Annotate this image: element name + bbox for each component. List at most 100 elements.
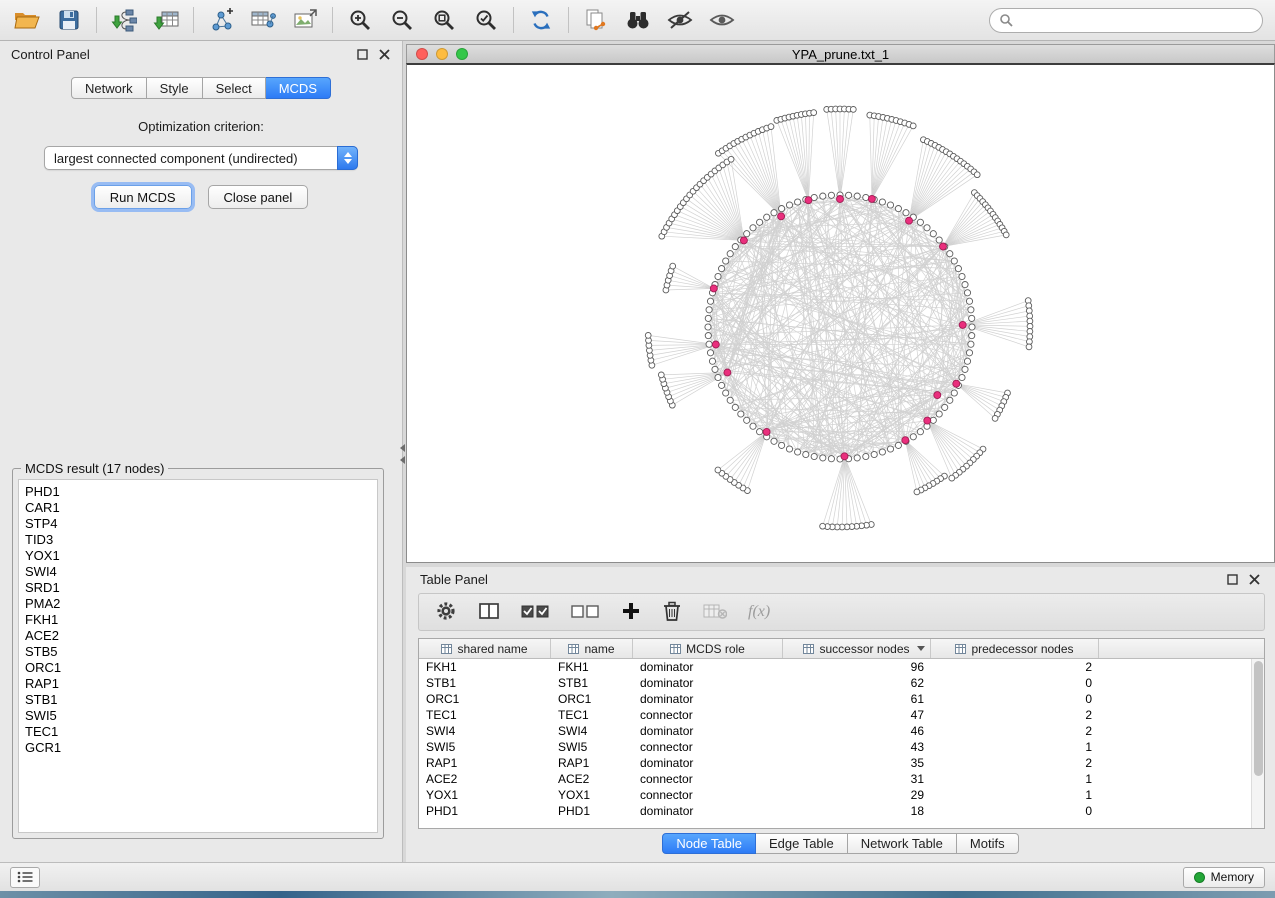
table-cell[interactable]: 47: [783, 708, 931, 722]
column-header-shared-name[interactable]: shared name: [419, 639, 551, 658]
table-cell[interactable]: connector: [633, 740, 783, 754]
close-panel-icon[interactable]: [378, 48, 391, 61]
mcds-result-item[interactable]: SRD1: [25, 580, 377, 596]
table-cell[interactable]: TEC1: [551, 708, 633, 722]
table-cell[interactable]: dominator: [633, 660, 783, 674]
network-canvas[interactable]: [406, 63, 1275, 563]
table-cell[interactable]: STB1: [551, 676, 633, 690]
table-row[interactable]: SWI5SWI5connector431: [419, 739, 1251, 755]
table-cell[interactable]: PHD1: [419, 804, 551, 818]
mcds-result-list[interactable]: PHD1CAR1STP4TID3YOX1SWI4SRD1PMA2FKH1ACE2…: [18, 479, 378, 833]
table-cell[interactable]: SWI4: [551, 724, 633, 738]
save-session-button[interactable]: [54, 5, 84, 35]
table-cell[interactable]: 46: [783, 724, 931, 738]
table-cell[interactable]: 1: [931, 740, 1099, 754]
table-scrollbar[interactable]: [1251, 659, 1264, 828]
table-cell[interactable]: ORC1: [419, 692, 551, 706]
maximize-window-icon[interactable]: [456, 48, 468, 60]
zoom-in-button[interactable]: [345, 5, 375, 35]
apply-layout-button[interactable]: [526, 5, 556, 35]
panel-splitter[interactable]: [398, 444, 406, 464]
table-cell[interactable]: ACE2: [419, 772, 551, 786]
network-graph[interactable]: [407, 65, 1274, 561]
mcds-result-item[interactable]: SWI5: [25, 708, 377, 724]
table-cell[interactable]: 35: [783, 756, 931, 770]
table-cell[interactable]: 62: [783, 676, 931, 690]
tab-mcds[interactable]: MCDS: [266, 77, 331, 99]
table-cell[interactable]: 0: [931, 804, 1099, 818]
table-cell[interactable]: dominator: [633, 692, 783, 706]
table-cell[interactable]: TEC1: [419, 708, 551, 722]
table-cell[interactable]: YOX1: [551, 788, 633, 802]
tab-network-table[interactable]: Network Table: [848, 833, 957, 854]
find-button[interactable]: [623, 5, 653, 35]
mcds-result-item[interactable]: STB1: [25, 692, 377, 708]
table-cell[interactable]: 96: [783, 660, 931, 674]
table-cell[interactable]: 2: [931, 660, 1099, 674]
table-cell[interactable]: FKH1: [419, 660, 551, 674]
table-row[interactable]: PHD1PHD1dominator180: [419, 803, 1251, 819]
mcds-result-item[interactable]: STP4: [25, 516, 377, 532]
search-box[interactable]: [989, 8, 1263, 33]
deselect-all-button[interactable]: [571, 602, 600, 623]
table-cell[interactable]: STB1: [419, 676, 551, 690]
mcds-result-item[interactable]: FKH1: [25, 612, 377, 628]
export-image-button[interactable]: [290, 5, 320, 35]
close-window-icon[interactable]: [416, 48, 428, 60]
table-cell[interactable]: 1: [931, 772, 1099, 786]
table-cell[interactable]: 43: [783, 740, 931, 754]
mcds-result-item[interactable]: YOX1: [25, 548, 377, 564]
table-cell[interactable]: connector: [633, 708, 783, 722]
column-header-successor-nodes[interactable]: successor nodes: [783, 639, 931, 658]
table-cell[interactable]: YOX1: [419, 788, 551, 802]
table-cell[interactable]: RAP1: [551, 756, 633, 770]
node-table-body[interactable]: FKH1FKH1dominator962STB1STB1dominator620…: [419, 659, 1251, 828]
close-panel-button[interactable]: Close panel: [208, 185, 309, 209]
mcds-result-item[interactable]: STB5: [25, 644, 377, 660]
table-row[interactable]: TEC1TEC1connector472: [419, 707, 1251, 723]
mcds-result-item[interactable]: GCR1: [25, 740, 377, 756]
new-network-button[interactable]: [206, 5, 236, 35]
table-cell[interactable]: FKH1: [551, 660, 633, 674]
network-table-button[interactable]: [248, 5, 278, 35]
float-table-panel-icon[interactable]: [1226, 573, 1239, 586]
table-cell[interactable]: 2: [931, 756, 1099, 770]
import-table-button[interactable]: [151, 5, 181, 35]
tab-edge-table[interactable]: Edge Table: [756, 833, 848, 854]
tab-style[interactable]: Style: [147, 77, 203, 99]
table-row[interactable]: ORC1ORC1dominator610: [419, 691, 1251, 707]
table-cell[interactable]: 0: [931, 692, 1099, 706]
hide-details-button[interactable]: [665, 5, 695, 35]
mcds-result-item[interactable]: ACE2: [25, 628, 377, 644]
table-cell[interactable]: SWI4: [419, 724, 551, 738]
table-row[interactable]: ACE2ACE2connector311: [419, 771, 1251, 787]
table-scrollbar-thumb[interactable]: [1254, 661, 1263, 776]
table-cell[interactable]: ORC1: [551, 692, 633, 706]
table-settings-button[interactable]: [435, 600, 457, 625]
mcds-result-item[interactable]: ORC1: [25, 660, 377, 676]
zoom-out-button[interactable]: [387, 5, 417, 35]
table-cell[interactable]: 29: [783, 788, 931, 802]
zoom-selected-button[interactable]: [471, 5, 501, 35]
table-cell[interactable]: connector: [633, 788, 783, 802]
mcds-result-item[interactable]: PHD1: [25, 484, 377, 500]
memory-button[interactable]: Memory: [1183, 867, 1265, 888]
table-cell[interactable]: 2: [931, 724, 1099, 738]
optimization-criterion-select[interactable]: largest connected component (undirected): [44, 146, 358, 170]
table-row[interactable]: FKH1FKH1dominator962: [419, 659, 1251, 675]
table-cell[interactable]: RAP1: [419, 756, 551, 770]
tab-motifs[interactable]: Motifs: [957, 833, 1019, 854]
tab-network[interactable]: Network: [71, 77, 147, 99]
table-cell[interactable]: 1: [931, 788, 1099, 802]
mcds-result-item[interactable]: RAP1: [25, 676, 377, 692]
table-cell[interactable]: 61: [783, 692, 931, 706]
mcds-result-item[interactable]: TEC1: [25, 724, 377, 740]
delete-column-button[interactable]: [662, 600, 682, 625]
run-mcds-button[interactable]: Run MCDS: [94, 185, 192, 209]
table-cell[interactable]: dominator: [633, 804, 783, 818]
app-menu-button[interactable]: [10, 867, 40, 888]
tab-node-table[interactable]: Node Table: [662, 833, 756, 854]
tab-select[interactable]: Select: [203, 77, 266, 99]
table-cell[interactable]: 18: [783, 804, 931, 818]
table-row[interactable]: STB1STB1dominator620: [419, 675, 1251, 691]
